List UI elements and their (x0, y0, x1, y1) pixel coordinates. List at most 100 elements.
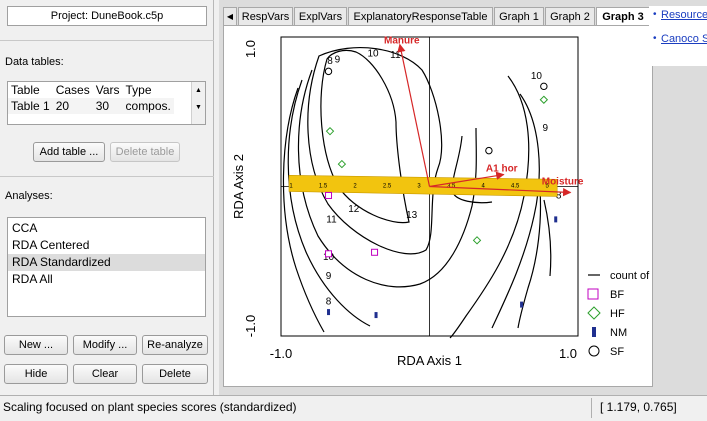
status-message: Scaling focused on plant species scores … (3, 400, 297, 414)
gradient-tick-label: 3.5 (447, 184, 456, 190)
table-row[interactable]: Table 1 20 30 compos. (8, 98, 174, 114)
y-tick-label: 1.0 (243, 40, 258, 58)
gradient-tick-label: 2.5 (383, 184, 392, 190)
tab-graph-1[interactable]: Graph 1 (494, 7, 544, 25)
tab-scroll-left[interactable]: ◀ (223, 7, 237, 25)
legend-label: HF (610, 308, 625, 320)
sample-point-hf (472, 236, 482, 245)
scroll-up-icon[interactable]: ▲ (192, 87, 205, 94)
contour-label: 8 (326, 297, 332, 308)
bullet-icon: • (653, 9, 657, 20)
add-table-button[interactable]: Add table ... (33, 142, 105, 162)
graph-panel: 8910111098121311109811.522.533.544.55Man… (223, 25, 653, 387)
resources-link[interactable]: Resource (661, 9, 707, 21)
contour-line (320, 49, 410, 224)
canoco-link[interactable]: Canoco S (661, 33, 707, 45)
legend-bar-icon (592, 327, 596, 337)
legend-circle-icon (588, 345, 600, 357)
delete-analysis-button[interactable]: Delete (142, 364, 208, 384)
x-tick-label: -1.0 (270, 346, 292, 361)
tab-respvars[interactable]: RespVars (238, 7, 293, 25)
sample-point-nm (327, 309, 331, 316)
tab-graph-2[interactable]: Graph 2 (545, 7, 595, 25)
column-header: Table (11, 83, 40, 97)
analyses-label: Analyses: (5, 190, 53, 202)
column-header: Vars (95, 83, 120, 97)
tab-strip: ◀ RespVars ExplVars ExplanatoryResponseT… (223, 7, 653, 25)
sample-point-hf (325, 126, 335, 136)
legend-label: NM (610, 327, 627, 339)
contour-label: 11 (390, 50, 401, 61)
sample-point-nm (520, 301, 524, 308)
column-header: Type (125, 83, 152, 97)
contour-label: 13 (406, 210, 418, 221)
contour-line (543, 199, 552, 277)
contour-label: 12 (348, 204, 360, 215)
status-divider (591, 398, 592, 418)
hide-button[interactable]: Hide (4, 364, 68, 384)
legend-label: count of species (610, 270, 652, 282)
contour-label: 9 (543, 123, 549, 134)
analysis-item-rda-centered[interactable]: RDA Centered (8, 237, 205, 254)
sample-point-bf (325, 191, 333, 199)
legend-label: SF (610, 346, 624, 358)
side-links: • Resource • Canoco S (649, 6, 707, 66)
tab-explanatory-response-table[interactable]: ExplanatoryResponseTable (348, 7, 493, 25)
tab-graph-3[interactable]: Graph 3 (596, 7, 650, 25)
x-axis-title: RDA Axis 1 (397, 353, 462, 368)
arrow-label: A1 hor (486, 164, 518, 175)
sample-point-hf (337, 159, 347, 169)
analysis-item-cca[interactable]: CCA (8, 220, 205, 237)
reanalyze-button[interactable]: Re-analyze (142, 335, 208, 355)
analyses-list[interactable]: CCA RDA Centered RDA Standardized RDA Al… (7, 217, 206, 317)
sample-point-nm (554, 216, 558, 223)
sample-point-bf (371, 248, 379, 256)
sample-point-sf (540, 82, 548, 91)
separator (0, 40, 214, 41)
contour-label: 8 (327, 56, 333, 67)
contour-label: 11 (326, 214, 337, 225)
contour-label: 9 (335, 54, 341, 65)
legend-square-icon (587, 288, 599, 300)
table-cell: Table 1 (11, 99, 50, 113)
contour-label: 10 (368, 48, 380, 59)
y-tick-label: -1.0 (243, 315, 258, 337)
sample-point-bf (325, 250, 333, 258)
data-tables-grid[interactable]: Table Cases Vars Type Table 1 20 30 comp… (7, 81, 206, 125)
table-cell: 20 (55, 99, 70, 113)
delete-table-button[interactable]: Delete table (110, 142, 180, 162)
new-analysis-button[interactable]: New ... (4, 335, 68, 355)
table-cell: compos. (125, 99, 171, 113)
table-header-row: Table Cases Vars Type (8, 82, 174, 98)
clear-button[interactable]: Clear (73, 364, 137, 384)
gradient-tick-label: 1.5 (319, 184, 328, 190)
left-panel: Project: DuneBook.c5p Data tables: Table… (0, 0, 214, 395)
contour-line (491, 93, 540, 329)
arrow-label: Moisture (542, 176, 584, 187)
tab-explvars[interactable]: ExplVars (294, 7, 347, 25)
scroll-down-icon[interactable]: ▼ (192, 104, 205, 111)
gradient-tick-label: 4.5 (511, 184, 520, 190)
sample-point-nm (374, 312, 378, 319)
project-title: Project: DuneBook.c5p (50, 10, 164, 22)
table-cell: 30 (95, 99, 110, 113)
modify-analysis-button[interactable]: Modify ... (73, 335, 137, 355)
legend-label: BF (610, 289, 624, 301)
grid-scrollbar[interactable]: ▲ ▼ (191, 82, 205, 124)
contour-label: 10 (531, 71, 543, 82)
arrow-manure (397, 43, 431, 187)
sample-point-hf (539, 95, 549, 104)
data-tables-label: Data tables: (5, 56, 64, 68)
project-title-box: Project: DuneBook.c5p (7, 6, 207, 26)
separator (0, 176, 214, 177)
contour-line (449, 75, 530, 339)
x-tick-label: 1.0 (559, 346, 577, 361)
legend-diamond-icon (587, 306, 601, 320)
analysis-item-rda-all[interactable]: RDA All (8, 271, 205, 288)
arrow-label: Manure (384, 35, 420, 46)
analysis-item-rda-standardized[interactable]: RDA Standardized (8, 254, 205, 271)
data-table: Table Cases Vars Type Table 1 20 30 comp… (8, 82, 174, 114)
chevron-left-icon: ◀ (226, 12, 234, 21)
status-bar: Scaling focused on plant species scores … (0, 395, 707, 421)
sample-point-sf (485, 146, 493, 155)
